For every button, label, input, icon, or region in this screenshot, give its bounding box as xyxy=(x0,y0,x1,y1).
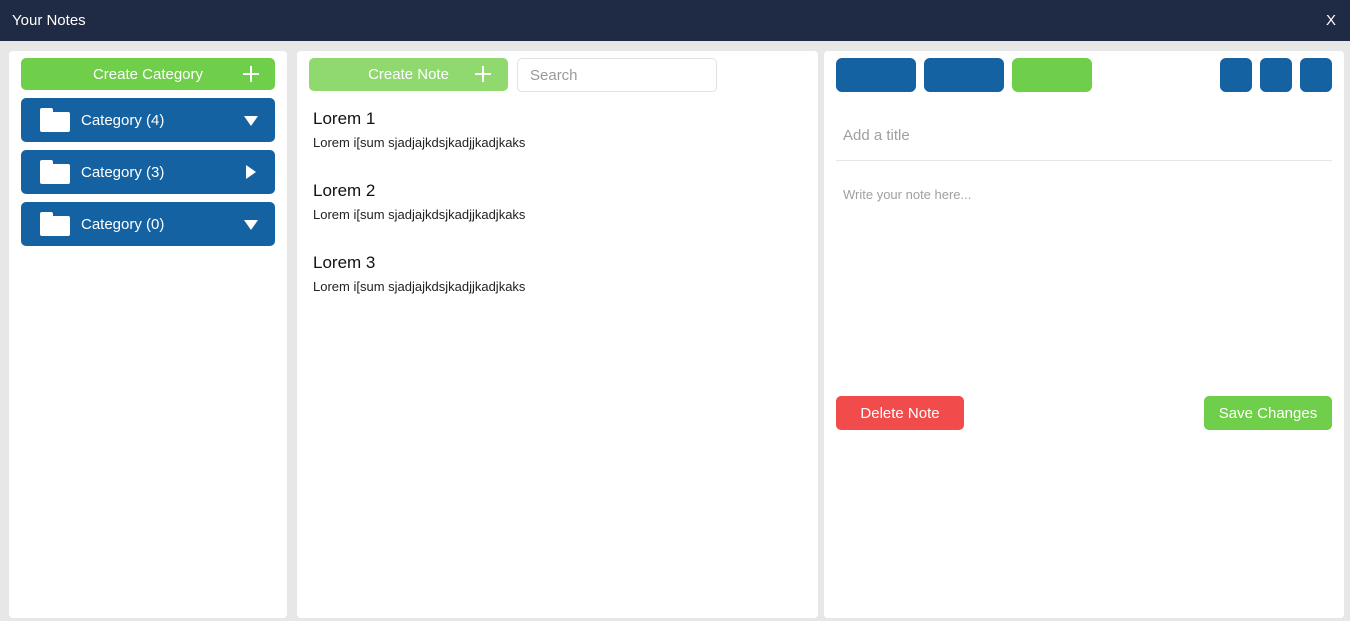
category-item[interactable]: Category (0) xyxy=(21,202,275,246)
plus-icon xyxy=(243,66,259,82)
note-title: Lorem 3 xyxy=(313,253,376,272)
note-list-item[interactable]: Lorem 2 Lorem i[sum sjadjajkdsjkadjjkadj… xyxy=(313,181,793,222)
categories-panel: Create Category Category (4) Category (3… xyxy=(9,51,287,618)
delete-note-button[interactable]: Delete Note xyxy=(836,396,964,430)
toolbar-button-1[interactable] xyxy=(836,58,916,92)
category-item[interactable]: Category (3) xyxy=(21,150,275,194)
note-body-textarea[interactable] xyxy=(836,181,1332,381)
notes-panel: Create Note Lorem 1 Lorem i[sum sjadjajk… xyxy=(297,51,818,618)
category-label: Category (0) xyxy=(81,215,165,233)
note-list-item[interactable]: Lorem 3 Lorem i[sum sjadjajkdsjkadjjkadj… xyxy=(313,253,793,294)
note-preview: Lorem i[sum sjadjajkdsjkadjjkadjkaks xyxy=(313,135,526,150)
folder-icon xyxy=(40,108,70,132)
note-preview: Lorem i[sum sjadjajkdsjkadjjkadjkaks xyxy=(313,207,526,222)
title-bar: Your Notes X xyxy=(0,0,1350,41)
create-note-button[interactable]: Create Note xyxy=(309,58,508,91)
note-title-input[interactable] xyxy=(836,111,1332,161)
plus-icon xyxy=(475,66,491,82)
window-title: Your Notes xyxy=(12,12,86,29)
toolbar-icon-button-1[interactable] xyxy=(1220,58,1252,92)
caret-right-icon[interactable] xyxy=(246,165,256,179)
caret-down-icon[interactable] xyxy=(244,116,258,126)
close-button[interactable]: X xyxy=(1326,12,1338,29)
note-title: Lorem 1 xyxy=(313,109,376,128)
create-category-label: Create Category xyxy=(92,65,204,83)
note-preview: Lorem i[sum sjadjajkdsjkadjjkadjkaks xyxy=(313,279,526,294)
toolbar-button-2[interactable] xyxy=(924,58,1004,92)
search-input[interactable] xyxy=(517,58,717,92)
toolbar-icon-button-2[interactable] xyxy=(1260,58,1292,92)
create-category-button[interactable]: Create Category xyxy=(21,58,275,90)
category-item[interactable]: Category (4) xyxy=(21,98,275,142)
save-changes-button[interactable]: Save Changes xyxy=(1204,396,1332,430)
category-label: Category (3) xyxy=(81,163,165,181)
folder-icon xyxy=(40,160,70,184)
caret-down-icon[interactable] xyxy=(244,220,258,230)
note-list-item[interactable]: Lorem 1 Lorem i[sum sjadjajkdsjkadjjkadj… xyxy=(313,109,793,150)
category-label: Category (4) xyxy=(81,111,165,129)
toolbar-icon-button-3[interactable] xyxy=(1300,58,1332,92)
save-changes-label: Save Changes xyxy=(1218,404,1318,422)
toolbar-button-3[interactable] xyxy=(1012,58,1092,92)
delete-note-label: Delete Note xyxy=(860,404,940,422)
editor-panel: Delete Note Save Changes xyxy=(824,51,1344,618)
folder-icon xyxy=(40,212,70,236)
note-title: Lorem 2 xyxy=(313,181,376,200)
create-note-label: Create Note xyxy=(368,66,449,83)
